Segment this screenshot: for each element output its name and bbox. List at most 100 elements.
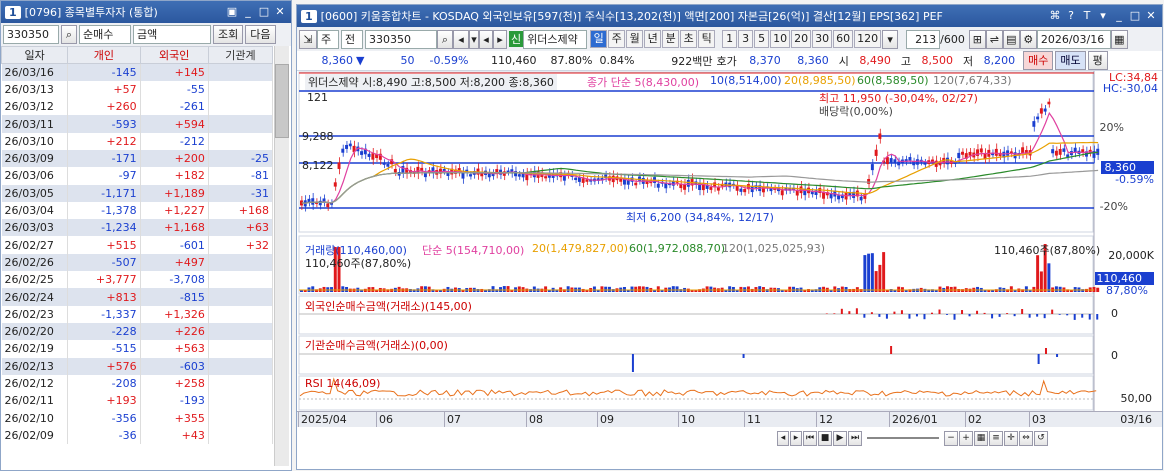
sell-button[interactable]: 매도 (1055, 51, 1086, 70)
interval-tab[interactable]: 60 (833, 30, 854, 48)
column-header[interactable]: 기관계 (207, 46, 274, 64)
maximize-icon[interactable]: □ (257, 4, 271, 20)
period-tab[interactable]: 틱 (698, 30, 716, 48)
period-tab[interactable]: 년 (644, 30, 662, 48)
interval-tab[interactable]: 3 (738, 30, 754, 48)
volume-bar (476, 289, 480, 292)
last-icon[interactable]: ⏭ (848, 430, 862, 446)
interval-tab[interactable]: 120 (854, 30, 882, 48)
stock-code-input[interactable]: 330350 (3, 25, 59, 44)
interval-tab[interactable]: 5 (754, 30, 770, 48)
zoom-icon[interactable]: ⊞ (968, 29, 986, 49)
stock-code-input[interactable]: 330350 (365, 29, 437, 49)
table-row[interactable]: 26/03/10 +212 -212 (1, 132, 274, 150)
stop-icon[interactable]: ■ (818, 430, 832, 446)
compare-icon[interactable]: ⇌ (985, 29, 1003, 49)
query-button[interactable]: 조회 (213, 25, 244, 44)
table-row[interactable]: 26/02/23 -1,337 +1,326 (1, 305, 274, 323)
grid-icon[interactable]: ▦ (974, 430, 988, 446)
help-icon[interactable]: ? (1064, 8, 1078, 24)
menu-icon[interactable]: ▾ (1096, 8, 1110, 24)
table-row[interactable]: 26/02/09 -36 +43 (1, 426, 274, 445)
fit-icon[interactable]: ⇔ (1019, 430, 1033, 446)
column-header[interactable]: 일자 (1, 46, 69, 64)
table-row[interactable]: 26/03/12 +260 -261 (1, 98, 274, 116)
individual-cell: -593 (67, 115, 141, 133)
table-row[interactable]: 26/03/03 -1,234 +1,168 +63 (1, 219, 274, 237)
period-tab[interactable]: 분 (662, 30, 680, 48)
date-input[interactable]: 2026/03/16 (1036, 29, 1111, 49)
institution-cell (208, 305, 274, 323)
close-icon[interactable]: ✕ (1144, 8, 1158, 24)
column-header[interactable]: 외국인 (139, 46, 209, 64)
table-row[interactable]: 26/02/25 +3,777 -3,708 (1, 271, 274, 289)
expand-icon[interactable]: ⇲ (299, 29, 317, 49)
table-row[interactable]: 26/02/27 +515 -601 +32 (1, 236, 274, 254)
scroll-left-icon[interactable]: ◂ (777, 430, 789, 446)
table-row[interactable]: 26/03/16 -145 +145 (1, 63, 274, 81)
table-row[interactable]: 26/02/11 +193 -193 (1, 392, 274, 410)
minimize-icon[interactable]: _ (1112, 8, 1126, 24)
first-icon[interactable]: ⏮ (803, 430, 817, 446)
zoom-out-icon[interactable]: − (944, 430, 958, 446)
count-input[interactable]: 213 (906, 29, 941, 49)
interval-tab[interactable]: 30 (812, 30, 833, 48)
table-row[interactable]: 26/02/12 -208 +258 (1, 374, 274, 393)
table-row[interactable]: 26/02/19 -515 +563 (1, 340, 274, 358)
bars-icon[interactable]: ≡ (989, 430, 1003, 446)
link-icon[interactable]: ▣ (225, 4, 239, 20)
period-tab[interactable]: 주 (608, 30, 626, 48)
search-icon[interactable]: ⌕ (437, 29, 453, 49)
settings-icon[interactable]: ⚙ (1019, 29, 1037, 49)
period-tab[interactable]: 초 (680, 30, 698, 48)
chart-area[interactable]: 위더스제약 시:8,490 고:8,500 저:8,200 종:8,360 종가… (297, 71, 1162, 449)
reset-icon[interactable]: ↺ (1034, 430, 1048, 446)
market-select[interactable]: 전 (341, 29, 363, 49)
candle-body (735, 185, 739, 191)
next-stock-icon[interactable]: ▸ (493, 29, 507, 49)
table-row[interactable]: 26/02/20 -228 +226 (1, 322, 274, 341)
calendar-icon[interactable]: ▦ (1110, 29, 1128, 49)
zoom-slider[interactable] (867, 437, 939, 439)
period-tab[interactable]: 월 (626, 30, 644, 48)
scroll-thumb[interactable] (275, 64, 289, 138)
close-icon[interactable]: ✕ (273, 4, 287, 20)
table-row[interactable]: 26/03/11 -593 +594 (1, 115, 274, 133)
period-unit-select[interactable]: 주 (317, 29, 339, 49)
crosshair-icon[interactable]: ✛ (1004, 430, 1018, 446)
interval-tab[interactable]: 1 (722, 30, 738, 48)
buy-button[interactable]: 매수 (1023, 51, 1054, 70)
dropdown-icon[interactable]: ▾ (882, 29, 899, 49)
minimize-icon[interactable]: _ (241, 4, 255, 20)
table-row[interactable]: 26/02/13 +576 -603 (1, 357, 274, 375)
period-tab[interactable]: 일 (590, 30, 608, 48)
sound-icon[interactable]: ◂ (453, 29, 469, 49)
interval-tab[interactable]: 10 (770, 30, 791, 48)
play-icon[interactable]: ▶ (833, 430, 847, 446)
table-row[interactable]: 26/02/24 +813 -815 (1, 288, 274, 306)
zoom-in-icon[interactable]: + (959, 430, 973, 446)
table-row[interactable]: 26/03/09 -171 +200 -25 (1, 149, 274, 168)
vertical-scrollbar[interactable] (274, 46, 289, 466)
save-icon[interactable]: ▤ (1002, 29, 1020, 49)
link-icon[interactable]: ⌘ (1048, 8, 1062, 24)
scroll-right-icon[interactable]: ▸ (790, 430, 802, 446)
date-cell: 26/02/11 (1, 392, 69, 410)
next-button[interactable]: 다음 (245, 25, 276, 44)
font-icon[interactable]: T (1080, 8, 1094, 24)
table-row[interactable]: 26/03/06 -97 +182 -81 (1, 167, 274, 185)
column-header[interactable]: 개인 (67, 46, 141, 64)
table-row[interactable]: 26/03/05 -1,171 +1,189 -31 (1, 184, 274, 202)
avg-button[interactable]: 평 (1087, 51, 1108, 70)
table-row[interactable]: 26/03/13 +57 -55 (1, 80, 274, 99)
interval-tab[interactable]: 20 (791, 30, 812, 48)
sort-select[interactable]: 순매수 (79, 25, 131, 44)
table-row[interactable]: 26/02/10 -356 +355 (1, 409, 274, 427)
maximize-icon[interactable]: □ (1128, 8, 1142, 24)
search-icon[interactable]: ⌕ (61, 25, 77, 44)
table-row[interactable]: 26/03/04 -1,378 +1,227 +168 (1, 201, 274, 220)
sound-dropdown-icon[interactable]: ▾ (469, 29, 479, 49)
unit-select[interactable]: 금액 (133, 25, 211, 44)
table-row[interactable]: 26/02/26 -507 +497 (1, 253, 274, 272)
prev-stock-icon[interactable]: ◂ (479, 29, 493, 49)
